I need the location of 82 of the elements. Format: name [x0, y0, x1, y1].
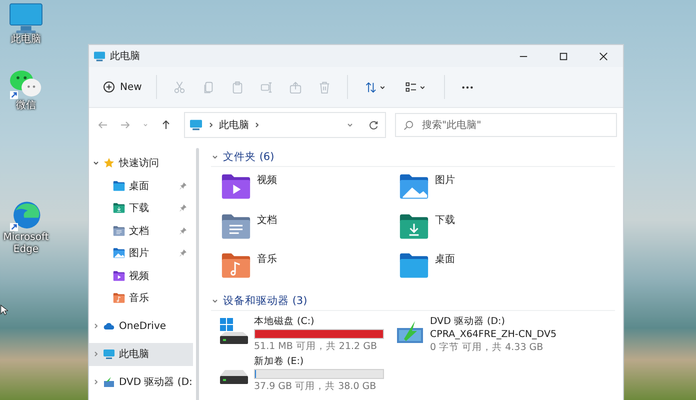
up-arrow-icon[interactable] — [160, 119, 172, 131]
chevron-right-icon — [207, 121, 215, 129]
dvd-drive-icon — [103, 376, 115, 388]
monitor-icon — [103, 348, 115, 360]
drive-name[interactable]: DVD 驱动器 (D:) — [430, 314, 557, 328]
chevron-right-icon[interactable] — [92, 322, 100, 330]
search-icon — [403, 120, 414, 131]
copy-icon — [202, 80, 215, 94]
folder-icon — [113, 247, 125, 260]
drive-name[interactable]: 本地磁盘 (C:) — [254, 314, 384, 328]
chevron-right-icon[interactable] — [92, 378, 100, 386]
sidebar-item[interactable]: 图片 — [89, 242, 193, 264]
folder-name[interactable]: 音乐 — [257, 252, 277, 266]
address-bar[interactable]: 此电脑 — [184, 112, 386, 138]
pin-icon[interactable] — [179, 204, 187, 212]
drive-space-text: 51.1 MB 可用，共 21.2 GB — [254, 340, 378, 352]
section-title: 文件夹 (6) — [223, 150, 274, 164]
folder-icon[interactable] — [221, 173, 251, 200]
chat-bubbles-icon[interactable] — [8, 68, 44, 100]
sidebar-item[interactable]: 下载 — [89, 197, 193, 220]
new-button[interactable]: New — [97, 77, 148, 97]
window-title: 此电脑 — [110, 50, 140, 63]
star-icon — [103, 157, 115, 170]
folder-icon — [113, 270, 125, 282]
section-header[interactable]: 设备和驱动器 (3) — [211, 292, 615, 310]
folder-icon[interactable] — [221, 252, 251, 280]
section-header[interactable]: 文件夹 (6) — [211, 148, 615, 167]
volume-label: CPRA_X64FRE_ZH-CN_DV5 — [430, 328, 557, 340]
share-icon — [288, 80, 302, 94]
pin-icon[interactable] — [179, 226, 187, 235]
dropdown-caret-icon[interactable] — [346, 121, 354, 129]
close-icon — [598, 52, 608, 60]
cloud-icon — [103, 320, 115, 332]
folder-icon[interactable] — [399, 252, 429, 280]
forward-arrow-icon[interactable] — [119, 119, 131, 131]
chevron-right-icon[interactable] — [92, 350, 100, 358]
sidebar-item[interactable]: OneDrive — [89, 315, 193, 338]
folder-icon — [113, 224, 125, 237]
search-field[interactable]: 搜索"此电脑" — [395, 113, 617, 137]
drive-name[interactable]: 新加卷 (E:) — [254, 354, 384, 368]
folder-icon — [113, 292, 125, 304]
clipboard-icon — [230, 80, 244, 94]
chevron-down-icon[interactable] — [211, 153, 219, 161]
sidebar-item[interactable]: 桌面 — [89, 174, 193, 197]
sidebar-item[interactable]: DVD 驱动器 (D: — [89, 371, 193, 394]
folder-name[interactable]: 下载 — [435, 212, 455, 227]
drive-icon[interactable] — [219, 316, 249, 346]
folder-icon — [113, 180, 125, 192]
monitor-icon[interactable] — [8, 2, 44, 34]
back-arrow-icon[interactable] — [97, 119, 109, 131]
plus-icon — [103, 81, 115, 93]
mouse-pointer-icon — [0, 304, 8, 316]
pin-icon[interactable] — [179, 182, 187, 190]
scissors-icon — [172, 80, 186, 94]
folder-icon[interactable] — [399, 173, 429, 200]
folder-icon — [113, 202, 125, 214]
rename-icon — [260, 80, 273, 94]
breadcrumb-item[interactable]: 此电脑 — [219, 118, 249, 132]
monitor-icon — [93, 50, 106, 62]
trash-icon — [318, 80, 331, 94]
pin-icon[interactable] — [179, 249, 187, 258]
sidebar-item[interactable]: 此电脑 — [89, 343, 193, 366]
folder-name[interactable]: 桌面 — [435, 252, 455, 266]
scrollbar[interactable] — [196, 148, 199, 400]
folder-name[interactable]: 视频 — [257, 173, 277, 188]
sidebar-item[interactable]: 视频 — [89, 264, 193, 287]
section-title: 设备和驱动器 (3) — [223, 294, 308, 308]
sidebar-item[interactable]: 文档 — [89, 220, 193, 242]
drive-space-text: 0 字节 可用，共 4.33 GB — [430, 340, 544, 354]
folder-name[interactable]: 文档 — [257, 212, 277, 227]
maximize-icon — [558, 52, 568, 60]
folder-icon[interactable] — [221, 212, 251, 240]
drive-space-text: 37.9 GB 可用，共 38.0 GB — [254, 380, 378, 392]
refresh-icon[interactable] — [368, 120, 379, 130]
chevron-down-icon[interactable] — [92, 159, 100, 168]
chevron-right-icon — [253, 121, 261, 129]
chevron-down-icon[interactable] — [211, 296, 219, 304]
monitor-icon — [189, 119, 203, 131]
folder-name[interactable]: 图片 — [435, 173, 455, 188]
folder-icon[interactable] — [399, 212, 429, 240]
sidebar-item[interactable]: 音乐 — [89, 287, 193, 310]
sidebar-item[interactable]: 快速访问 — [89, 152, 193, 174]
